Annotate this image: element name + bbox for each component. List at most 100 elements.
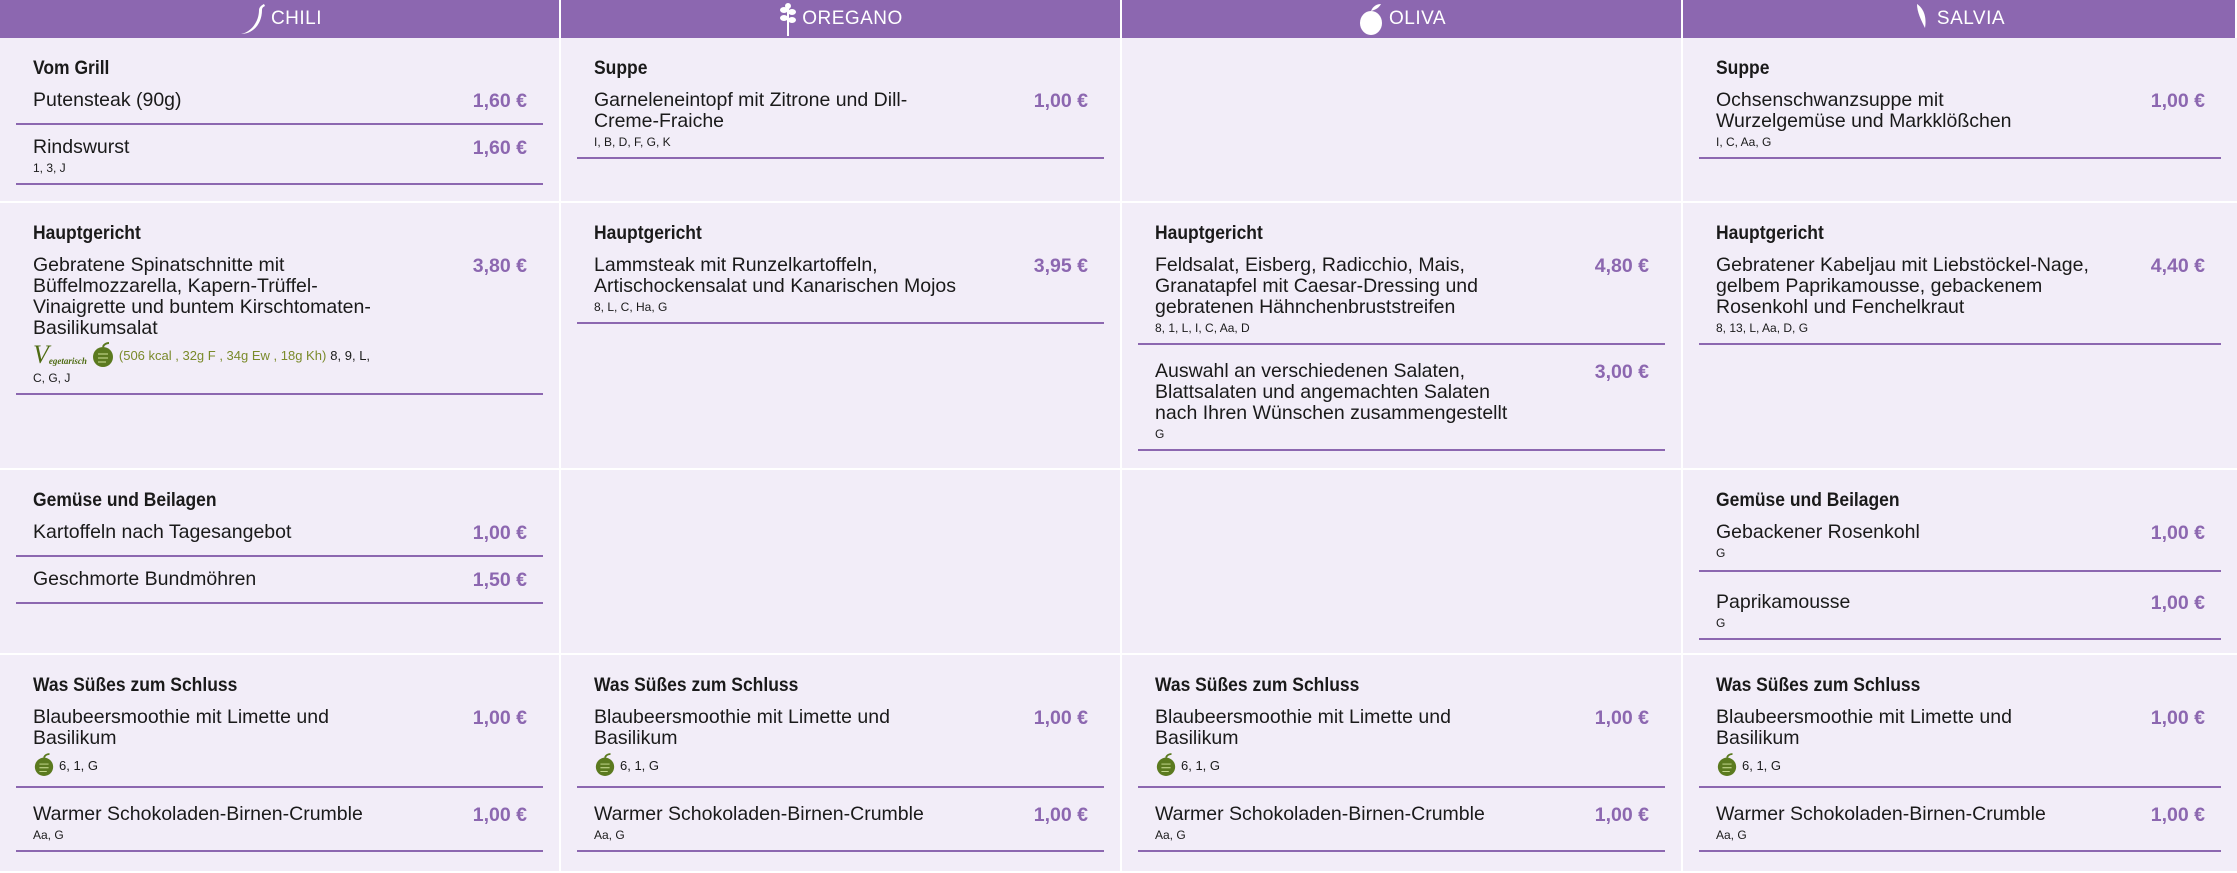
item-name: Paprikamousse <box>1716 591 1851 613</box>
section-title: Was Süßes zum Schluss <box>1155 675 1360 696</box>
menu-item[interactable]: Gebratener Kabeljau mit Liebstöckel-Nage… <box>1699 255 2221 345</box>
menu-item[interactable]: Paprikamousse G 1,00 € <box>1699 584 2221 640</box>
menu-item[interactable]: Blaubeersmoothie mit Limette und Basilik… <box>1138 707 1665 788</box>
item-allergens: 8, L, C, Ha, G <box>594 300 668 314</box>
menu-item[interactable]: Lammsteak mit Runzelkartoffeln, Artischo… <box>577 255 1104 324</box>
section-title: Vom Grill <box>33 58 110 79</box>
menu-grid: CHILI OREGANO OLIVA SALVIA Vom Grill Put… <box>0 0 2237 873</box>
item-name: Garneleneintopf mit Zitrone und Dill-Cre… <box>594 89 908 132</box>
cell-chili-grill: Vom Grill Putensteak (90g) 1,60 € Rindsw… <box>0 38 561 203</box>
menu-item[interactable]: Warmer Schokoladen-Birnen-Crumble Aa, G … <box>577 800 1104 852</box>
item-allergens: 6, 1, G <box>1742 757 1782 773</box>
item-name: Gebratene Spinatschnitte mit Büffelmozza… <box>33 254 371 339</box>
item-price: 1,50 € <box>472 569 527 591</box>
item-name: Warmer Schokoladen-Birnen-Crumble <box>33 803 363 825</box>
section-title: Suppe <box>594 58 648 79</box>
column-name: SALVIA <box>1936 8 2006 29</box>
column-header-salvia: SALVIA <box>1683 0 2237 38</box>
item-name: Blaubeersmoothie mit Limette und Basilik… <box>1155 706 1451 749</box>
olive-icon <box>1359 4 1382 35</box>
item-allergens: Aa, G <box>1716 828 1747 842</box>
item-name: Warmer Schokoladen-Birnen-Crumble <box>1155 803 1485 825</box>
item-allergens: 6, 1, G <box>1181 757 1221 773</box>
item-price: 1,00 € <box>472 707 527 729</box>
menu-item[interactable]: Feldsalat, Eisberg, Radicchio, Mais, Gra… <box>1138 255 1665 345</box>
item-price: 1,00 € <box>2150 804 2205 826</box>
item-allergens: 1, 3, J <box>33 161 66 175</box>
chili-icon <box>240 4 265 34</box>
apple-icon <box>595 753 615 776</box>
cell-oregano-suppe: Suppe Garneleneintopf mit Zitrone und Di… <box>561 38 1122 203</box>
item-price: 3,80 € <box>472 255 527 277</box>
item-price: 1,00 € <box>472 804 527 826</box>
item-price: 1,60 € <box>472 137 527 159</box>
cell-chili-hauptgericht: Hauptgericht Gebratene Spinatschnitte mi… <box>0 203 561 470</box>
cell-oregano-dessert: Was Süßes zum Schluss Blaubeersmoothie m… <box>561 655 1122 873</box>
item-allergens: G <box>1155 427 1165 441</box>
menu-item[interactable]: Gebratene Spinatschnitte mit Büffelmozza… <box>16 255 543 395</box>
apple-icon <box>1156 753 1176 776</box>
section-title: Suppe <box>1716 58 1770 79</box>
menu-item[interactable]: Auswahl an verschiedenen Salaten, Blatts… <box>1138 357 1665 451</box>
item-allergens: 6, 1, G <box>59 757 99 773</box>
item-price: 3,95 € <box>1033 255 1088 277</box>
menu-item[interactable]: Rindswurst 1, 3, J 1,60 € <box>16 137 543 185</box>
item-name: Gebackener Rosenkohl <box>1716 521 1920 543</box>
item-price: 4,40 € <box>2150 255 2205 277</box>
item-name: Rindswurst <box>33 136 130 158</box>
section-title: Hauptgericht <box>33 223 141 244</box>
column-name: OLIVA <box>1388 8 1447 29</box>
section-title: Was Süßes zum Schluss <box>1716 675 1921 696</box>
item-price: 1,00 € <box>1033 707 1088 729</box>
cell-salvia-hauptgericht: Hauptgericht Gebratener Kabeljau mit Lie… <box>1683 203 2237 470</box>
item-allergens: 8, 13, L, Aa, D, G <box>1716 321 1809 335</box>
menu-item[interactable]: Blaubeersmoothie mit Limette und Basilik… <box>16 707 543 788</box>
menu-item[interactable]: Kartoffeln nach Tagesangebot 1,00 € <box>16 522 543 557</box>
column-name: OREGANO <box>802 8 903 29</box>
menu-item[interactable]: Warmer Schokoladen-Birnen-Crumble Aa, G … <box>1138 800 1665 852</box>
item-marks: 6, 1, G <box>594 752 934 778</box>
item-name: Ochsenschwanzsuppe mit Wurzelgemüse und … <box>1716 89 2012 132</box>
sage-icon <box>1916 4 1926 28</box>
section-title: Hauptgericht <box>1155 223 1263 244</box>
cell-oliva-dessert: Was Süßes zum Schluss Blaubeersmoothie m… <box>1122 655 1683 873</box>
menu-item[interactable]: Gebackener Rosenkohl G 1,00 € <box>1699 522 2221 572</box>
item-marks: 6, 1, G <box>1155 752 1495 778</box>
menu-item[interactable]: Blaubeersmoothie mit Limette und Basilik… <box>1699 707 2221 788</box>
item-allergens: 6, 1, G <box>620 757 660 773</box>
item-name: Kartoffeln nach Tagesangebot <box>33 521 292 543</box>
item-name: Blaubeersmoothie mit Limette und Basilik… <box>1716 706 2012 749</box>
item-allergens: C, G, J <box>33 371 71 385</box>
menu-item[interactable]: Ochsenschwanzsuppe mit Wurzelgemüse und … <box>1699 90 2221 159</box>
cell-oregano-empty <box>561 470 1122 655</box>
menu-item[interactable]: Blaubeersmoothie mit Limette und Basilik… <box>577 707 1104 788</box>
menu-item[interactable]: Geschmorte Bundmöhren 1,50 € <box>16 569 543 604</box>
item-allergens: I, C, Aa, G <box>1716 135 1772 149</box>
item-name: Blaubeersmoothie mit Limette und Basilik… <box>33 706 329 749</box>
cell-oliva-empty <box>1122 38 1683 203</box>
section-title: Was Süßes zum Schluss <box>594 675 799 696</box>
item-marks: V egetarisch (506 kcal , 32g F , 34g Ew … <box>33 342 403 368</box>
item-price: 1,00 € <box>1033 804 1088 826</box>
cell-chili-beilagen: Gemüse und Beilagen Kartoffeln nach Tage… <box>0 470 561 655</box>
menu-item[interactable]: Putensteak (90g) 1,60 € <box>16 90 543 125</box>
menu-item[interactable]: Warmer Schokoladen-Birnen-Crumble Aa, G … <box>16 800 543 852</box>
column-header-chili: CHILI <box>0 0 561 38</box>
item-marks: 6, 1, G <box>1716 752 2056 778</box>
vegetarian-badge: V egetarisch <box>33 342 87 368</box>
section-title: Hauptgericht <box>594 223 702 244</box>
item-price: 1,00 € <box>2150 707 2205 729</box>
item-allergens-inline: 8, 9, L, <box>330 347 371 363</box>
vegetarian-badge-text: egetarisch <box>48 356 87 366</box>
nutrition-info: (506 kcal , 32g F , 34g Ew , 18g Kh) <box>118 347 327 363</box>
menu-item[interactable]: Garneleneintopf mit Zitrone und Dill-Cre… <box>577 90 1104 159</box>
item-name: Geschmorte Bundmöhren <box>33 568 257 590</box>
item-allergens: G <box>1716 546 1726 560</box>
section-title: Gemüse und Beilagen <box>1716 490 1900 511</box>
cell-salvia-beilagen: Gemüse und Beilagen Gebackener Rosenkohl… <box>1683 470 2237 655</box>
menu-item[interactable]: Warmer Schokoladen-Birnen-Crumble Aa, G … <box>1699 800 2221 852</box>
apple-icon <box>92 342 113 367</box>
item-name: Warmer Schokoladen-Birnen-Crumble <box>594 803 924 825</box>
apple-icon <box>34 753 54 776</box>
section-title: Was Süßes zum Schluss <box>33 675 238 696</box>
